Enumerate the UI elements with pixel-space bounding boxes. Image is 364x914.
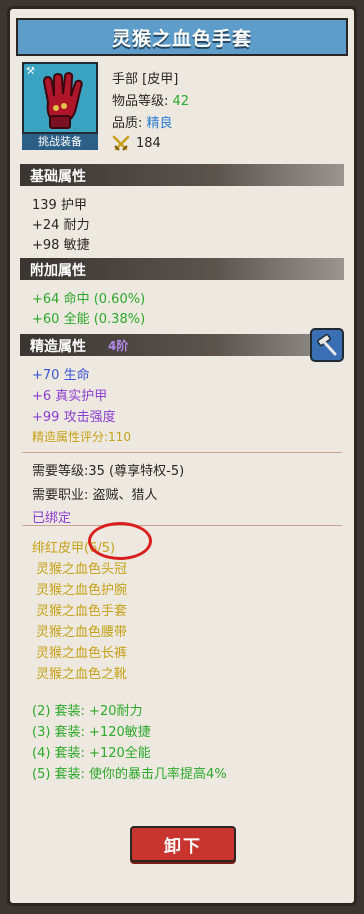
extra-attr-line: +64 命中 (0.60%) (32, 292, 146, 307)
base-attr-line: +24 耐力 (32, 218, 90, 233)
refine-attr-line: +70 生命 (32, 368, 90, 383)
extra-attributes-title: 附加属性 (30, 263, 86, 279)
set-item: 灵猴之血色长裤 (36, 646, 128, 661)
base-attr-line: 139 护甲 (32, 198, 87, 213)
required-class: 需要职业: 盗贼、猎人 (32, 488, 158, 503)
set-bonus: (4) 套装: +120全能 (32, 746, 151, 761)
set-item: 灵猴之血色之靴 (36, 667, 128, 682)
item-icon-box[interactable]: ⚒ (22, 62, 98, 134)
set-item: 灵猴之血色头冠 (36, 562, 128, 577)
refine-attributes-header: 精造属性 4阶 (20, 334, 344, 356)
refine-score: 精造属性评分:110 (32, 430, 131, 444)
item-quality-row: 品质: 精良 (112, 112, 173, 131)
item-title: 灵猴之血色手套 (111, 27, 252, 50)
unequip-button[interactable]: 卸下 (130, 826, 236, 862)
glove-icon (42, 72, 83, 129)
crossed-swords-icon (112, 135, 130, 151)
item-level-label: 物品等级: (112, 94, 169, 109)
set-item: 灵猴之血色护腕 (36, 583, 128, 598)
set-item: 灵猴之血色手套 (36, 604, 128, 619)
extra-attr-line: +60 全能 (0.38%) (32, 312, 146, 327)
refine-attr-line: +99 攻击强度 (32, 410, 116, 425)
base-attributes-header: 基础属性 (20, 164, 344, 186)
item-score: 184 (136, 135, 161, 151)
set-bonus: (2) 套装: +20耐力 (32, 704, 143, 719)
required-level: 需要等级:35 (尊享特权-5) (32, 464, 185, 479)
refine-tier: 4阶 (108, 339, 129, 353)
section-divider (22, 525, 342, 526)
extra-attributes-header: 附加属性 (20, 258, 344, 280)
item-quality-label: 品质: (112, 116, 143, 131)
section-divider (22, 452, 342, 453)
item-level-value: 42 (172, 94, 190, 109)
unequip-label: 卸下 (164, 836, 202, 857)
item-title-bar: 灵猴之血色手套 (16, 18, 348, 56)
set-item: 灵猴之血色腰带 (36, 625, 128, 640)
base-attributes-title: 基础属性 (30, 169, 86, 185)
item-level-row: 物品等级: 42 (112, 90, 189, 109)
highlight-circle (88, 522, 152, 560)
item-slot: 手部 [皮甲] (112, 72, 179, 87)
refine-attributes-title: 精造属性 (30, 339, 86, 355)
refine-button[interactable] (310, 328, 344, 362)
refine-attr-line: +6 真实护甲 (32, 389, 108, 404)
set-bonus: (5) 套装: 使你的暴击几率提高4% (32, 767, 227, 782)
corner-mark-icon: ⚒ (26, 66, 35, 77)
set-name: 绯红皮甲 (32, 541, 85, 556)
challenge-equipment-label: 挑战装备 (22, 134, 98, 150)
base-attr-line: +98 敏捷 (32, 238, 90, 253)
item-score-row: 184 (112, 135, 161, 151)
hammer-icon (317, 334, 337, 356)
bound-status: 已绑定 (32, 511, 72, 526)
set-bonus: (3) 套装: +120敏捷 (32, 725, 151, 740)
item-quality-value: 精良 (146, 116, 173, 131)
